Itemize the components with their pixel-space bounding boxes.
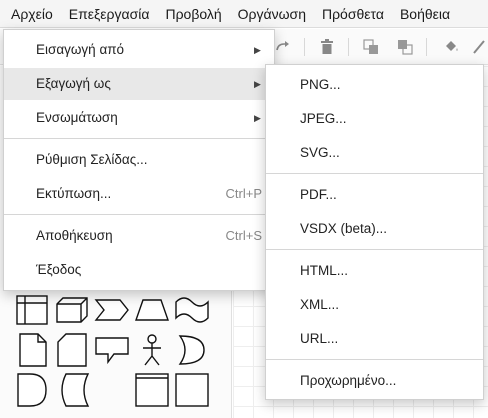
menu-item-embed[interactable]: Ενσωμάτωση ▶ bbox=[4, 102, 274, 134]
to-front-icon[interactable] bbox=[362, 38, 380, 56]
submenu-arrow-icon: ▶ bbox=[254, 113, 261, 123]
export-pdf[interactable]: PDF... bbox=[266, 179, 483, 211]
or-shape[interactable] bbox=[174, 332, 210, 368]
menu-separator bbox=[266, 249, 483, 250]
line-color-icon[interactable] bbox=[470, 38, 488, 56]
menu-item-label: URL... bbox=[300, 331, 339, 346]
fill-color-icon[interactable] bbox=[442, 38, 460, 56]
export-png[interactable]: PNG... bbox=[266, 69, 483, 101]
menu-item-label: Ενσωμάτωση bbox=[36, 110, 118, 125]
card-shape[interactable] bbox=[54, 332, 90, 368]
redo-icon[interactable] bbox=[274, 38, 292, 56]
trapezoid-shape[interactable] bbox=[134, 292, 170, 328]
export-url[interactable]: URL... bbox=[266, 323, 483, 355]
submenu-arrow-icon: ▶ bbox=[254, 79, 261, 89]
file-menu: Εισαγωγή από ▶ Εξαγωγή ως ▶ Ενσωμάτωση ▶… bbox=[3, 29, 275, 291]
menu-item-page-setup[interactable]: Ρύθμιση Σελίδας... bbox=[4, 144, 274, 176]
menu-separator bbox=[266, 173, 483, 174]
menu-item-label: Έξοδος bbox=[36, 262, 82, 277]
data-storage-shape[interactable] bbox=[54, 372, 90, 408]
menu-item-label: Εκτύπωση... bbox=[36, 186, 112, 201]
menu-item-exit[interactable]: Έξοδος bbox=[4, 254, 274, 286]
menu-view[interactable]: Προβολή bbox=[157, 0, 229, 28]
tape-shape[interactable] bbox=[174, 292, 210, 328]
toolbar-separator bbox=[426, 38, 427, 56]
menu-edit[interactable]: Επεξεργασία bbox=[61, 0, 158, 28]
menu-item-label: JPEG... bbox=[300, 111, 347, 126]
menu-separator bbox=[4, 138, 274, 139]
export-jpeg[interactable]: JPEG... bbox=[266, 103, 483, 135]
rectangle-shape[interactable] bbox=[134, 372, 170, 408]
menu-extras[interactable]: Πρόσθετα bbox=[314, 0, 392, 28]
table-shape[interactable] bbox=[14, 292, 50, 328]
callout-shape[interactable] bbox=[94, 332, 130, 368]
menu-item-label: Ρύθμιση Σελίδας... bbox=[36, 152, 148, 167]
note-shape[interactable] bbox=[14, 332, 50, 368]
delete-icon[interactable] bbox=[318, 38, 336, 56]
to-back-icon[interactable] bbox=[396, 38, 414, 56]
menu-arrange[interactable]: Οργάνωση bbox=[230, 0, 314, 28]
export-advanced[interactable]: Προχωρημένο... bbox=[266, 365, 483, 397]
actor-shape[interactable] bbox=[134, 332, 170, 368]
shortcut-label: Ctrl+P bbox=[225, 186, 262, 201]
menu-item-export-as[interactable]: Εξαγωγή ως ▶ bbox=[4, 68, 274, 100]
submenu-arrow-icon: ▶ bbox=[254, 45, 261, 55]
export-xml[interactable]: XML... bbox=[266, 289, 483, 321]
menu-item-import-from[interactable]: Εισαγωγή από ▶ bbox=[4, 34, 274, 66]
shortcut-label: Ctrl+S bbox=[225, 228, 262, 243]
menu-item-save[interactable]: Αποθήκευση Ctrl+S bbox=[4, 220, 274, 252]
menu-item-label: PNG... bbox=[300, 77, 341, 92]
export-html[interactable]: HTML... bbox=[266, 255, 483, 287]
menu-item-label: PDF... bbox=[300, 187, 337, 202]
cube-shape[interactable] bbox=[54, 292, 90, 328]
shape-library bbox=[12, 292, 222, 418]
menu-item-label: SVG... bbox=[300, 145, 340, 160]
menu-item-label: HTML... bbox=[300, 263, 349, 278]
menu-item-label: Αποθήκευση bbox=[36, 228, 113, 243]
menu-help[interactable]: Βοήθεια bbox=[392, 0, 458, 28]
delay-shape[interactable] bbox=[14, 372, 50, 408]
toolbar-separator bbox=[348, 38, 349, 56]
menu-separator bbox=[266, 359, 483, 360]
menu-file[interactable]: Αρχείο bbox=[0, 0, 61, 28]
export-vsdx[interactable]: VSDX (beta)... bbox=[266, 213, 483, 245]
menu-item-label: VSDX (beta)... bbox=[300, 221, 388, 236]
menu-item-label: XML... bbox=[300, 297, 340, 312]
toolbar-separator bbox=[304, 38, 305, 56]
menu-item-print[interactable]: Εκτύπωση... Ctrl+P bbox=[4, 178, 274, 210]
step-shape[interactable] bbox=[94, 292, 130, 328]
export-submenu: PNG... JPEG... SVG... PDF... VSDX (beta)… bbox=[265, 64, 484, 400]
menu-item-label: Προχωρημένο... bbox=[300, 373, 397, 388]
menu-item-label: Εξαγωγή ως bbox=[36, 76, 111, 91]
menu-bar: Αρχείο Επεξεργασία Προβολή Οργάνωση Πρόσ… bbox=[0, 0, 488, 28]
menu-item-label: Εισαγωγή από bbox=[36, 42, 125, 57]
export-svg[interactable]: SVG... bbox=[266, 137, 483, 169]
rectangle-shape-2[interactable] bbox=[174, 372, 210, 408]
menu-separator bbox=[4, 214, 274, 215]
